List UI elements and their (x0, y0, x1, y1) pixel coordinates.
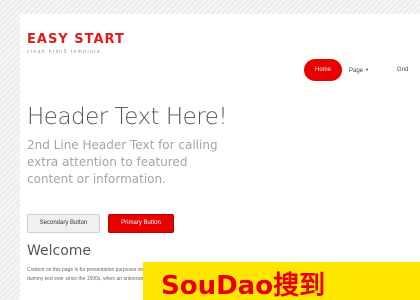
site-tagline: clean html5 template (27, 49, 102, 55)
site-logo[interactable]: EASY START (27, 32, 125, 47)
nav-item-home[interactable]: Home (304, 59, 342, 81)
nav-item-page[interactable]: Page ▼ (349, 59, 369, 81)
nav-item-page-label: Page (349, 68, 364, 74)
primary-button[interactable]: Primary Button (108, 214, 174, 233)
watermark-banner: SouDao搜到 (143, 262, 420, 300)
caret-down-icon: ▼ (365, 67, 369, 72)
secondary-button[interactable]: Secondary Button (27, 214, 100, 233)
welcome-heading: Welcome (27, 243, 92, 259)
template-page: EASY START clean html5 template Home Pag… (20, 14, 420, 300)
hero-title: Header Text Here! (27, 104, 228, 130)
hero-subtitle: 2nd Line Header Text for calling extra a… (27, 138, 218, 186)
nav-item-grid[interactable]: Grid (397, 59, 408, 81)
watermark-text: SouDao搜到 (161, 271, 326, 300)
